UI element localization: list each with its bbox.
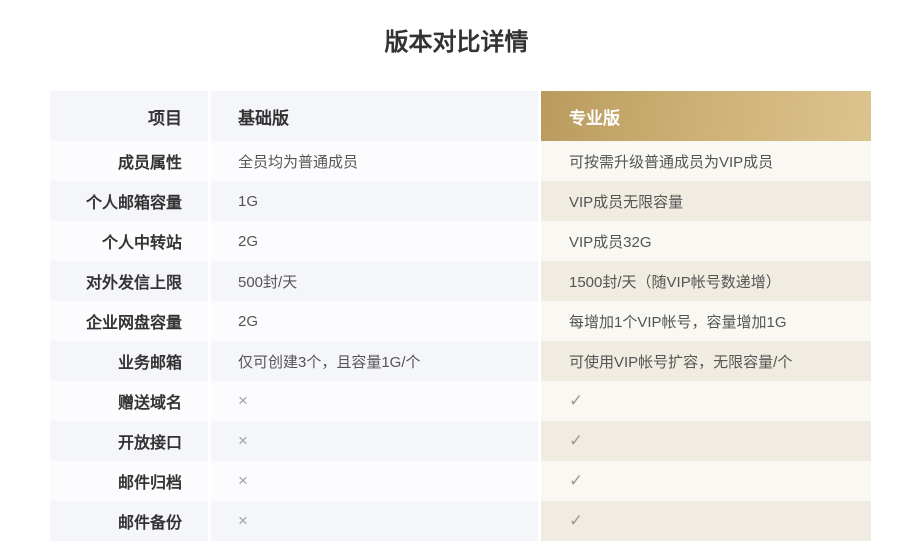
basic-version-value: 500封/天: [211, 261, 538, 301]
table-row: 成员属性 全员均为普通成员 可按需升级普通成员为VIP成员: [50, 141, 871, 181]
row-item-label: 成员属性: [50, 141, 208, 181]
pro-version-value: ✓: [541, 461, 871, 501]
pro-version-value: VIP成员32G: [541, 221, 871, 261]
basic-version-value: ×: [211, 461, 538, 501]
table-row: 企业网盘容量 2G 每增加1个VIP帐号，容量增加1G: [50, 301, 871, 341]
page-title: 版本对比详情: [0, 22, 913, 57]
pro-version-value: 可使用VIP帐号扩容，无限容量/个: [541, 341, 871, 381]
table-row: 个人邮箱容量 1G VIP成员无限容量: [50, 181, 871, 221]
row-item-label: 开放接口: [50, 421, 208, 461]
table-row: 个人中转站 2G VIP成员32G: [50, 221, 871, 261]
version-comparison-page: 版本对比详情 项目 基础版 专业版 成员属性 全员均为普通成员 可按需升级普通成…: [0, 0, 913, 545]
table-row: 邮件归档 × ✓: [50, 461, 871, 501]
pro-version-value: ✓: [541, 381, 871, 421]
basic-version-value: ×: [211, 421, 538, 461]
column-header-item: 项目: [50, 91, 208, 141]
table-row: 开放接口 × ✓: [50, 421, 871, 461]
row-item-label: 对外发信上限: [50, 261, 208, 301]
row-item-label: 企业网盘容量: [50, 301, 208, 341]
row-item-label: 个人中转站: [50, 221, 208, 261]
pro-version-value: ✓: [541, 501, 871, 541]
basic-version-value: ×: [211, 381, 538, 421]
column-header-pro: 专业版: [541, 91, 871, 141]
pro-version-value: 每增加1个VIP帐号，容量增加1G: [541, 301, 871, 341]
basic-version-value: ×: [211, 501, 538, 541]
table-body: 成员属性 全员均为普通成员 可按需升级普通成员为VIP成员 个人邮箱容量 1G …: [50, 141, 871, 541]
table-row: 赠送域名 × ✓: [50, 381, 871, 421]
basic-version-value: 2G: [211, 301, 538, 341]
table-header-row: 项目 基础版 专业版: [50, 91, 871, 141]
row-item-label: 业务邮箱: [50, 341, 208, 381]
row-item-label: 个人邮箱容量: [50, 181, 208, 221]
column-header-basic: 基础版: [211, 91, 538, 141]
pro-version-value: VIP成员无限容量: [541, 181, 871, 221]
row-item-label: 邮件归档: [50, 461, 208, 501]
comparison-table: 项目 基础版 专业版 成员属性 全员均为普通成员 可按需升级普通成员为VIP成员…: [50, 91, 871, 541]
pro-version-value: 1500封/天（随VIP帐号数递增）: [541, 261, 871, 301]
table-row: 对外发信上限 500封/天 1500封/天（随VIP帐号数递增）: [50, 261, 871, 301]
basic-version-value: 2G: [211, 221, 538, 261]
basic-version-value: 仅可创建3个，且容量1G/个: [211, 341, 538, 381]
table-row: 邮件备份 × ✓: [50, 501, 871, 541]
basic-version-value: 1G: [211, 181, 538, 221]
row-item-label: 赠送域名: [50, 381, 208, 421]
table-row: 业务邮箱 仅可创建3个，且容量1G/个 可使用VIP帐号扩容，无限容量/个: [50, 341, 871, 381]
pro-version-value: 可按需升级普通成员为VIP成员: [541, 141, 871, 181]
row-item-label: 邮件备份: [50, 501, 208, 541]
basic-version-value: 全员均为普通成员: [211, 141, 538, 181]
pro-version-value: ✓: [541, 421, 871, 461]
